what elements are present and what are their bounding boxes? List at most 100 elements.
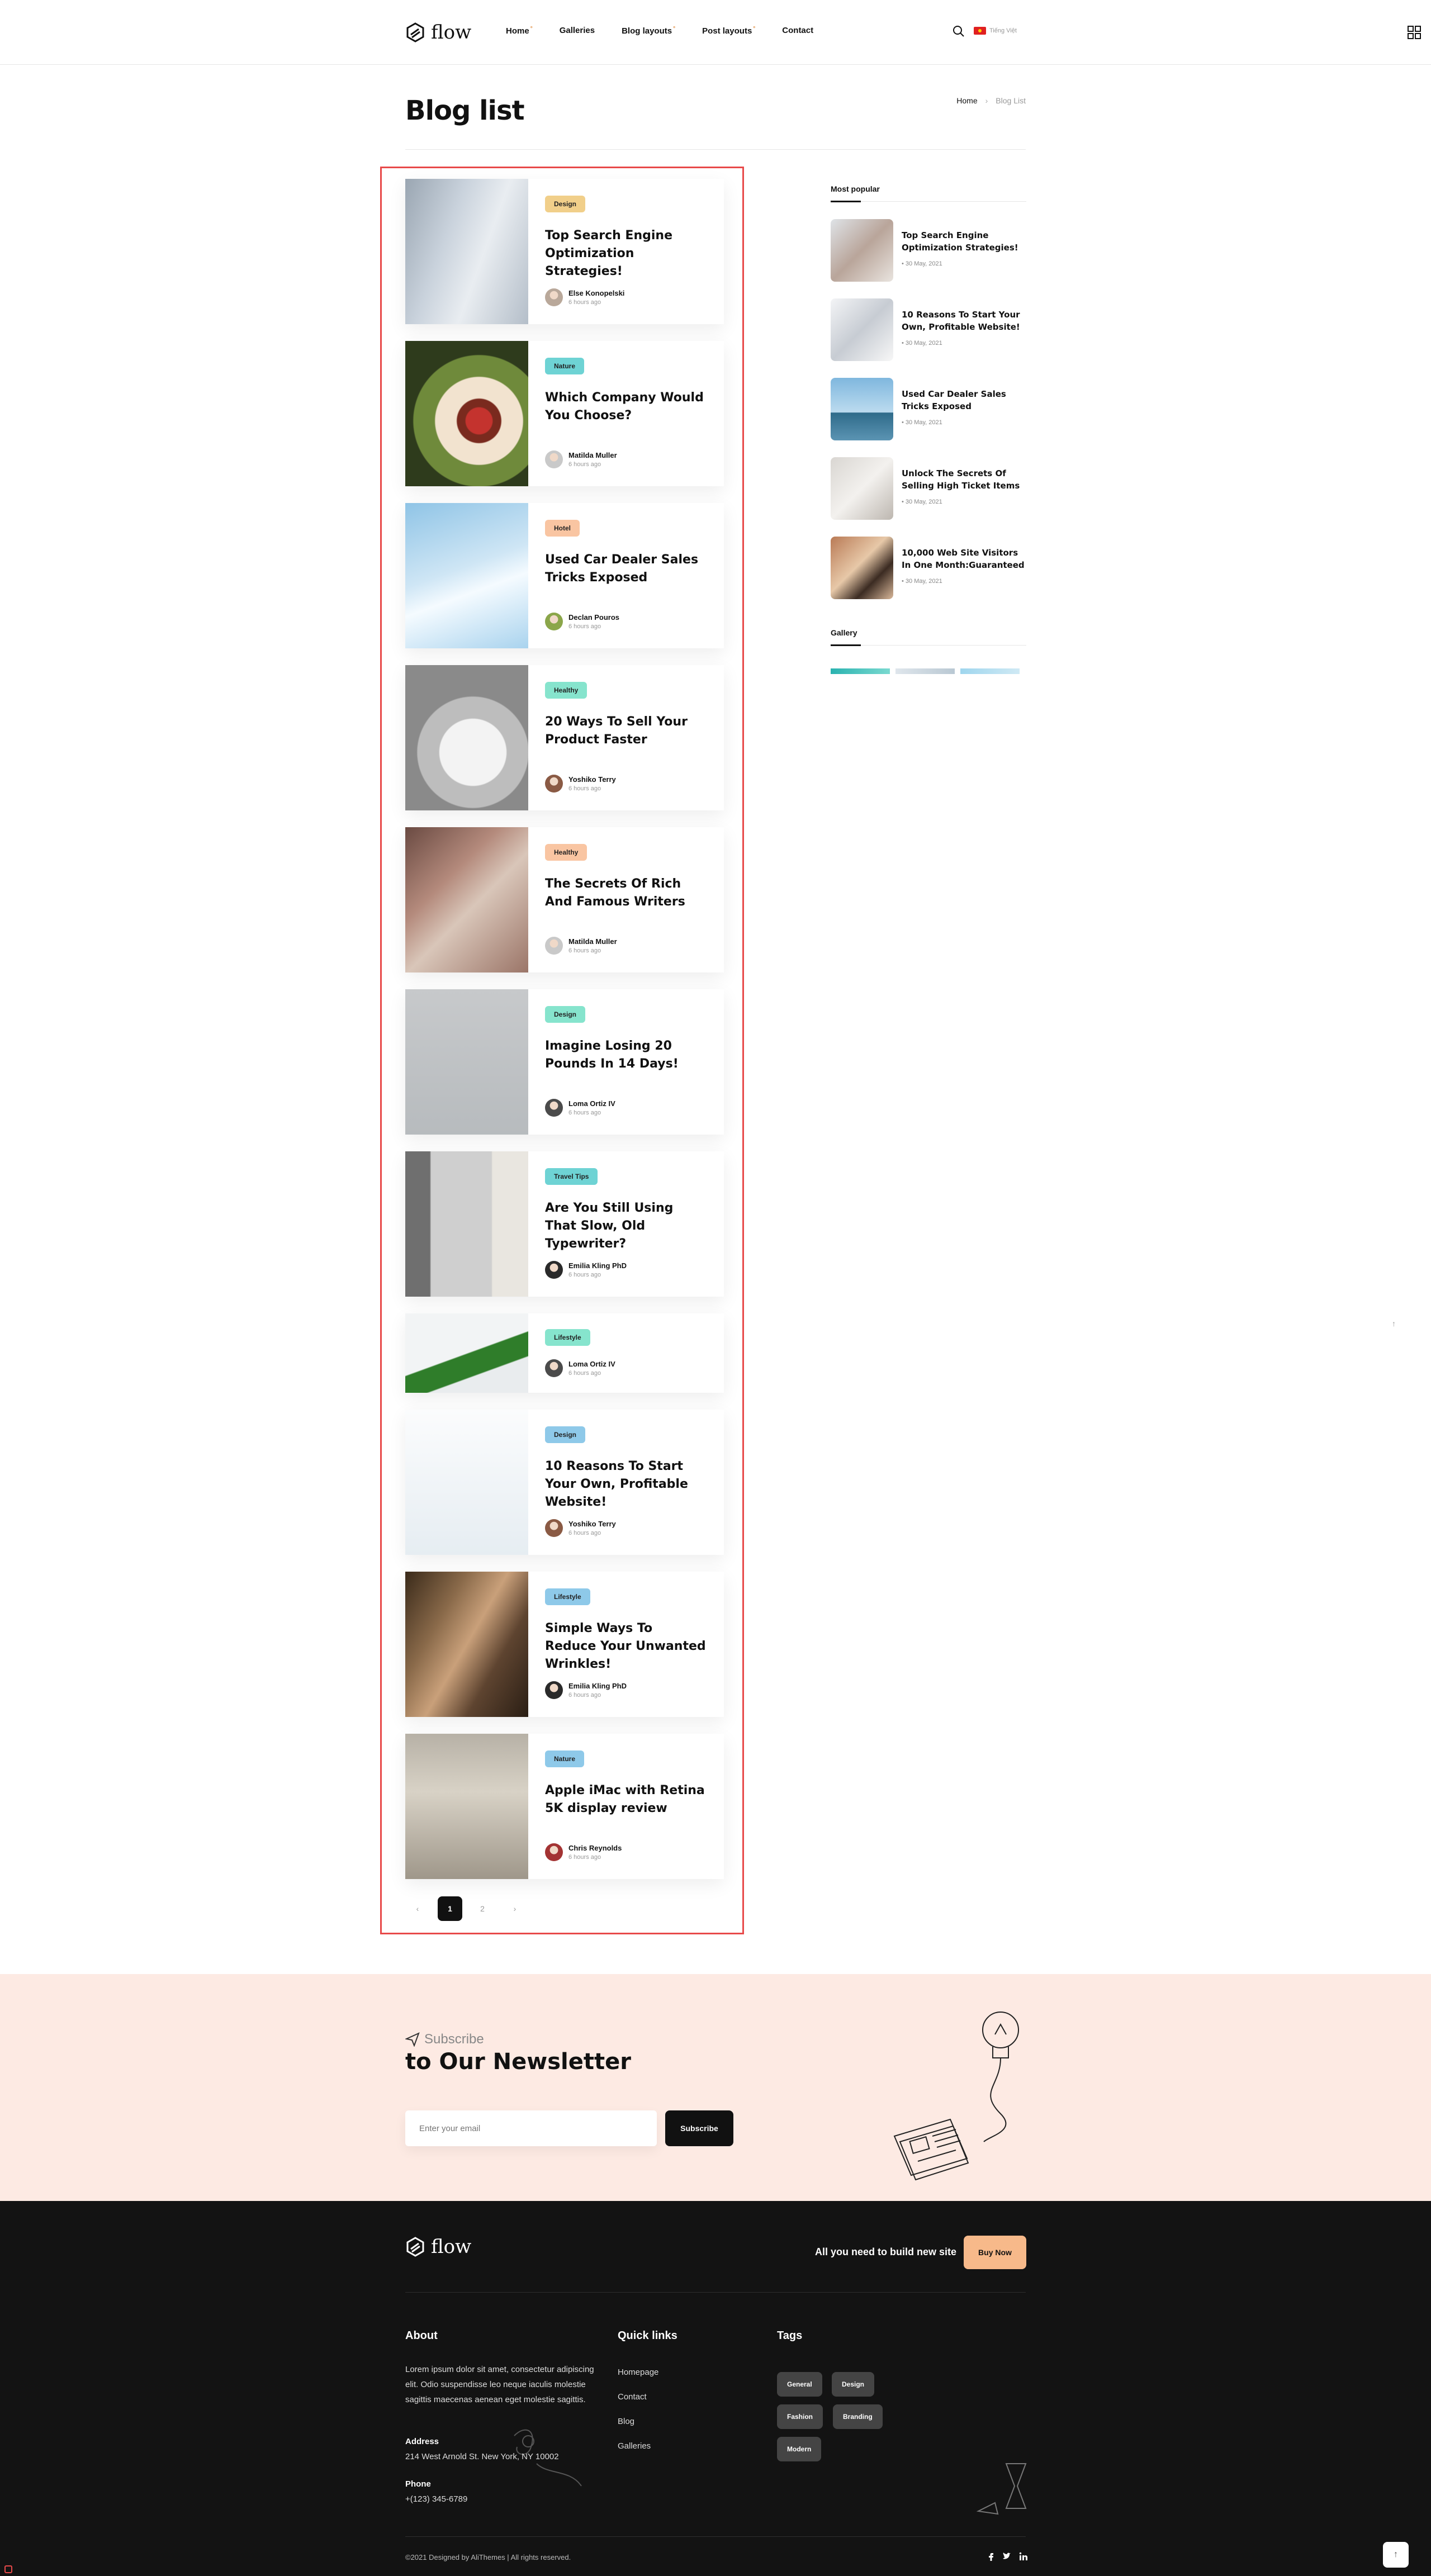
post-card[interactable]: Design Top Search Engine Optimization St… xyxy=(405,179,724,324)
post-card[interactable]: Healthy The Secrets Of Rich And Famous W… xyxy=(405,827,724,972)
post-card[interactable]: Healthy 20 Ways To Sell Your Product Fas… xyxy=(405,665,724,810)
post-title[interactable]: Simple Ways To Reduce Your Unwanted Wrin… xyxy=(545,1620,707,1673)
post-thumbnail[interactable] xyxy=(405,827,528,972)
post-title[interactable]: 10 Reasons To Start Your Own, Profitable… xyxy=(545,1458,707,1511)
popular-title[interactable]: Top Search Engine Optimization Strategie… xyxy=(902,229,1026,254)
popular-post[interactable]: 10 Reasons To Start Your Own, Profitable… xyxy=(831,298,1026,361)
pagination-page-1[interactable]: 1 xyxy=(438,1896,462,1921)
category-badge[interactable]: Design xyxy=(545,1006,586,1023)
buy-now-button[interactable]: Buy Now xyxy=(964,2236,1026,2269)
popular-title[interactable]: 10 Reasons To Start Your Own, Profitable… xyxy=(902,309,1026,333)
footer-link-galleries[interactable]: Galleries xyxy=(618,2441,651,2451)
category-badge[interactable]: Design xyxy=(545,1426,586,1443)
language-switcher[interactable]: Tiếng Việt xyxy=(974,27,1017,35)
menu-grid-icon[interactable] xyxy=(1408,26,1421,39)
gallery-image[interactable] xyxy=(895,668,955,674)
post-thumbnail[interactable] xyxy=(405,665,528,810)
footer-link-contact[interactable]: Contact xyxy=(618,2392,647,2402)
post-title[interactable]: Apple iMac with Retina 5K display review xyxy=(545,1782,707,1818)
breadcrumb-home[interactable]: Home xyxy=(956,96,977,105)
nav-item-post-layouts[interactable]: Post layouts ° xyxy=(702,26,755,36)
author-name[interactable]: Emilia Kling PhD xyxy=(568,1682,627,1690)
popular-thumbnail[interactable] xyxy=(831,298,893,361)
popular-thumbnail[interactable] xyxy=(831,378,893,440)
category-badge[interactable]: Travel Tips xyxy=(545,1168,598,1185)
post-thumbnail[interactable] xyxy=(405,1151,528,1297)
post-title[interactable]: Which Company Would You Choose? xyxy=(545,389,707,425)
post-title[interactable]: Used Car Dealer Sales Tricks Exposed xyxy=(545,551,707,587)
author-name[interactable]: Loma Ortiz IV xyxy=(568,1099,615,1108)
popular-post[interactable]: Top Search Engine Optimization Strategie… xyxy=(831,219,1026,282)
site-logo[interactable]: flow xyxy=(405,21,471,44)
search-icon[interactable] xyxy=(953,25,965,37)
category-badge[interactable]: Nature xyxy=(545,358,585,374)
category-badge[interactable]: Lifestyle xyxy=(545,1329,590,1346)
post-thumbnail[interactable] xyxy=(405,179,528,324)
tag-branding[interactable]: Branding xyxy=(833,2404,883,2429)
subscribe-button[interactable]: Subscribe xyxy=(665,2110,733,2146)
category-badge[interactable]: Healthy xyxy=(545,682,587,699)
author-name[interactable]: Emilia Kling PhD xyxy=(568,1261,627,1270)
popular-title[interactable]: Unlock The Secrets Of Selling High Ticke… xyxy=(902,467,1026,492)
tag-modern[interactable]: Modern xyxy=(777,2437,822,2461)
post-title[interactable]: Top Search Engine Optimization Strategie… xyxy=(545,227,707,281)
popular-post[interactable]: Unlock The Secrets Of Selling High Ticke… xyxy=(831,457,1026,520)
post-thumbnail[interactable] xyxy=(405,1313,528,1393)
author-name[interactable]: Yoshiko Terry xyxy=(568,1520,616,1528)
post-thumbnail[interactable] xyxy=(405,1734,528,1879)
category-badge[interactable]: Healthy xyxy=(545,844,587,861)
post-thumbnail[interactable] xyxy=(405,1572,528,1717)
author-name[interactable]: Loma Ortiz IV xyxy=(568,1360,615,1368)
post-card[interactable]: Nature Apple iMac with Retina 5K display… xyxy=(405,1734,724,1879)
nav-item-home[interactable]: Home ° xyxy=(506,26,533,36)
category-badge[interactable]: Nature xyxy=(545,1750,585,1767)
nav-item-contact[interactable]: Contact xyxy=(782,26,813,36)
post-card[interactable]: Design Imagine Losing 20 Pounds In 14 Da… xyxy=(405,989,724,1135)
post-card[interactable]: Design 10 Reasons To Start Your Own, Pro… xyxy=(405,1410,724,1555)
tag-general[interactable]: General xyxy=(777,2372,822,2397)
author-name[interactable]: Declan Pouros xyxy=(568,613,619,622)
twitter-icon[interactable] xyxy=(1002,2552,1011,2561)
tag-fashion[interactable]: Fashion xyxy=(777,2404,823,2429)
post-card[interactable]: Nature Which Company Would You Choose? M… xyxy=(405,341,724,486)
back-to-top-button[interactable]: ↑ xyxy=(1383,2542,1409,2568)
category-badge[interactable]: Lifestyle xyxy=(545,1588,590,1605)
post-title[interactable]: Are You Still Using That Slow, Old Typew… xyxy=(545,1199,707,1253)
pagination-next[interactable]: › xyxy=(503,1896,527,1921)
author-name[interactable]: Else Konopelski xyxy=(568,289,624,297)
post-card[interactable]: Lifestyle Loma Ortiz IV 6 hours ago xyxy=(405,1313,724,1393)
category-badge[interactable]: Design xyxy=(545,196,586,212)
post-thumbnail[interactable] xyxy=(405,1410,528,1555)
popular-title[interactable]: Used Car Dealer Sales Tricks Exposed xyxy=(902,388,1026,412)
tag-design[interactable]: Design xyxy=(832,2372,875,2397)
gallery-image[interactable] xyxy=(960,668,1020,674)
popular-thumbnail[interactable] xyxy=(831,457,893,520)
footer-link-blog[interactable]: Blog xyxy=(618,2417,634,2426)
nav-item-blog-layouts[interactable]: Blog layouts ° xyxy=(622,26,675,36)
post-thumbnail[interactable] xyxy=(405,341,528,486)
author-name[interactable]: Yoshiko Terry xyxy=(568,775,616,784)
post-card[interactable]: Travel Tips Are You Still Using That Slo… xyxy=(405,1151,724,1297)
popular-thumbnail[interactable] xyxy=(831,219,893,282)
footer-logo[interactable]: flow xyxy=(405,2236,471,2258)
pagination-page-2[interactable]: 2 xyxy=(470,1896,495,1921)
category-badge[interactable]: Hotel xyxy=(545,520,580,537)
footer-link-homepage[interactable]: Homepage xyxy=(618,2368,658,2377)
newsletter-email-input[interactable] xyxy=(405,2110,657,2146)
post-thumbnail[interactable] xyxy=(405,989,528,1135)
post-title[interactable]: 20 Ways To Sell Your Product Faster xyxy=(545,713,707,749)
facebook-icon[interactable] xyxy=(987,2552,994,2561)
popular-post[interactable]: Used Car Dealer Sales Tricks Exposed • 3… xyxy=(831,378,1026,440)
linkedin-icon[interactable] xyxy=(1019,2552,1028,2561)
gallery-image[interactable] xyxy=(831,668,890,674)
popular-post[interactable]: 10,000 Web Site Visitors In One Month:Gu… xyxy=(831,537,1026,599)
author-name[interactable]: Chris Reynolds xyxy=(568,1844,622,1852)
post-card[interactable]: Hotel Used Car Dealer Sales Tricks Expos… xyxy=(405,503,724,648)
author-name[interactable]: Matilda Muller xyxy=(568,451,617,459)
popular-title[interactable]: 10,000 Web Site Visitors In One Month:Gu… xyxy=(902,547,1026,571)
post-card[interactable]: Lifestyle Simple Ways To Reduce Your Unw… xyxy=(405,1572,724,1717)
post-title[interactable]: Imagine Losing 20 Pounds In 14 Days! xyxy=(545,1037,707,1073)
pagination-prev[interactable]: ‹ xyxy=(405,1896,430,1921)
popular-thumbnail[interactable] xyxy=(831,537,893,599)
post-title[interactable]: The Secrets Of Rich And Famous Writers xyxy=(545,875,707,911)
